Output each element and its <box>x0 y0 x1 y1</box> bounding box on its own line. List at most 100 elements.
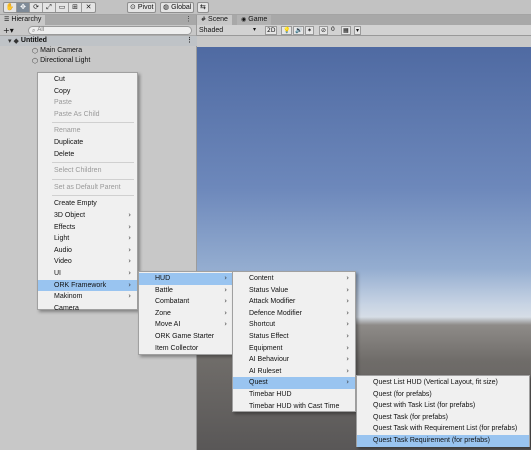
tab-scene[interactable]: # Scene <box>197 15 232 25</box>
menu-item-label: Copy <box>54 87 71 95</box>
quest-item-quest-task-requirement-for-prefabs[interactable]: Quest Task Requirement (for prefabs) <box>357 434 529 447</box>
menu-item-duplicate[interactable]: Duplicate <box>38 137 137 149</box>
quest-item-quest-task-for-prefabs[interactable]: Quest Task (for prefabs) <box>357 412 529 424</box>
global-toggle[interactable]: ◍ Global <box>160 2 195 13</box>
menu-item-label: Quest with Task List (for prefabs) <box>373 402 476 410</box>
hierarchy-search-input[interactable]: ⌕ All <box>28 26 192 35</box>
rect-tool-icon[interactable]: ▭ <box>56 3 69 12</box>
scene-menu-icon[interactable]: ⋮ <box>186 36 193 46</box>
scene-root-row[interactable]: ▾ ◆ Untitled ⋮ <box>0 36 197 46</box>
menu-item-delete[interactable]: Delete <box>38 149 137 161</box>
menu-item-label: Equipment <box>249 344 283 352</box>
hud-item-ai-behaviour[interactable]: AI Behaviour › <box>233 354 355 366</box>
tree-item-directional-light[interactable]: ⬡ Directional Light <box>0 56 197 66</box>
tree-item-label: Main Camera <box>40 47 83 54</box>
pivot-toggle[interactable]: ⊙ Pivot <box>127 2 157 13</box>
hidden-objects-icon[interactable]: ⊘ <box>319 26 329 35</box>
move-tool-icon[interactable]: ✥ <box>17 3 30 12</box>
menu-item-label: Select Children <box>54 167 102 175</box>
ork-item-zone[interactable]: Zone › <box>139 308 233 320</box>
hud-item-shortcut[interactable]: Shortcut › <box>233 319 355 331</box>
menu-item-label: Video <box>54 258 72 266</box>
hud-item-timebar-hud-with-cast-time[interactable]: Timebar HUD with Cast Time <box>233 401 355 413</box>
tab-game[interactable]: ◉ Game <box>237 15 272 25</box>
menu-item-create-empty[interactable]: Create Empty <box>38 198 137 210</box>
menu-item-label: Paste <box>54 99 72 107</box>
hud-item-timebar-hud[interactable]: Timebar HUD <box>233 389 355 401</box>
menu-item-copy[interactable]: Copy <box>38 86 137 98</box>
chevron-down-icon[interactable]: ▾ <box>8 36 12 46</box>
menu-item-ork-framework[interactable]: ORK Framework › <box>38 279 137 292</box>
tab-hierarchy[interactable]: ☰ Hierarchy <box>0 15 46 25</box>
chevron-right-icon: › <box>346 285 349 294</box>
quest-item-quest-with-task-list-for-prefabs[interactable]: Quest with Task List (for prefabs) <box>357 400 529 412</box>
chevron-right-icon: › <box>128 245 131 254</box>
menu-item-effects[interactable]: Effects › <box>38 222 137 234</box>
menu-item-label: Content <box>249 275 274 282</box>
ork-item-ork-game-starter[interactable]: ORK Game Starter <box>139 331 233 343</box>
panel-menu-icon[interactable]: ⋮ <box>185 15 192 25</box>
menu-item-3d-object[interactable]: 3D Object › <box>38 210 137 222</box>
global-icon: ◍ <box>163 3 170 11</box>
rotate-tool-icon[interactable]: ⟳ <box>30 3 43 12</box>
menu-item-label: Cut <box>54 76 65 83</box>
ork-item-hud[interactable]: HUD › <box>139 273 233 285</box>
ork-item-battle[interactable]: Battle › <box>139 285 233 297</box>
menu-item-set-as-default-parent: Set as Default Parent <box>38 182 137 194</box>
effects-icon[interactable]: ✶ <box>305 26 315 35</box>
ork-item-combatant[interactable]: Combatant › <box>139 296 233 308</box>
shading-mode-dropdown[interactable]: Shaded <box>199 26 223 35</box>
scene-tab-label: Scene <box>208 16 228 23</box>
quest-item-quest-for-prefabs[interactable]: Quest (for prefabs) <box>357 389 529 401</box>
collab-button[interactable]: ⇆ <box>197 2 209 13</box>
audio-icon[interactable]: 🔊 <box>293 26 305 35</box>
menu-item-light[interactable]: Light › <box>38 233 137 245</box>
chevron-right-icon: › <box>346 343 349 352</box>
chevron-right-icon: › <box>128 210 131 219</box>
transform-tools: ✋ ✥ ⟳ ⤢ ▭ ⊞ ✕ <box>3 2 96 13</box>
hand-tool-icon[interactable]: ✋ <box>4 3 17 12</box>
chevron-right-icon: › <box>224 320 227 329</box>
hud-submenu: Content › Status Value › Attack Modifier › Def… <box>232 271 356 412</box>
chevron-right-icon: › <box>224 297 227 306</box>
menu-item-label: Move AI <box>155 321 181 329</box>
menu-item-paste: Paste <box>38 97 137 109</box>
menu-item-cut[interactable]: Cut <box>38 74 137 86</box>
custom-tool-icon[interactable]: ✕ <box>82 3 95 12</box>
create-dropdown-button[interactable]: +▾ <box>3 26 14 35</box>
hud-item-equipment[interactable]: Equipment › <box>233 343 355 355</box>
hud-item-quest[interactable]: Quest › <box>233 377 355 389</box>
lighting-icon[interactable]: 💡 <box>281 26 293 35</box>
quest-item-quest-task-with-requirement-list-for-prefabs[interactable]: Quest Task with Requirement List (for pr… <box>357 423 529 435</box>
camera-settings-icon[interactable]: ▦ <box>341 26 351 35</box>
gizmos-dropdown[interactable]: ▾ <box>354 26 362 35</box>
menu-item-label: Zone <box>155 309 171 317</box>
menu-item-label: Duplicate <box>54 138 84 146</box>
hud-item-content[interactable]: Content › <box>233 273 355 285</box>
game-icon: ◉ <box>241 16 247 23</box>
tree-item-main-camera[interactable]: ⬡ Main Camera <box>0 46 197 56</box>
game-tab-label: Game <box>248 16 268 23</box>
menu-item-label: Audio <box>54 246 72 254</box>
menu-item-label: Battle <box>155 286 173 294</box>
hud-item-ai-ruleset[interactable]: AI Ruleset › <box>233 366 355 378</box>
menu-item-audio[interactable]: Audio › <box>38 245 137 257</box>
transform-tool-icon[interactable]: ⊞ <box>69 3 82 12</box>
toggle-2d-button[interactable]: 2D <box>265 26 278 35</box>
hud-item-status-effect[interactable]: Status Effect › <box>233 331 355 343</box>
menu-item-video[interactable]: Video › <box>38 256 137 268</box>
menu-item-camera[interactable]: Camera <box>38 303 137 315</box>
scale-tool-icon[interactable]: ⤢ <box>43 3 56 12</box>
hud-item-defence-modifier[interactable]: Defence Modifier › <box>233 308 355 320</box>
ork-item-item-collector[interactable]: Item Collector <box>139 343 233 355</box>
quest-item-quest-list-hud-vertical-layout-fit-size[interactable]: Quest List HUD (Vertical Layout, fit siz… <box>357 377 529 389</box>
quest-submenu: Quest List HUD (Vertical Layout, fit siz… <box>356 375 530 447</box>
hud-item-status-value[interactable]: Status Value › <box>233 285 355 297</box>
menu-item-label: Paste As Child <box>54 110 100 118</box>
menu-item-label: Attack Modifier <box>249 298 296 306</box>
ork-item-move-ai[interactable]: Move AI › <box>139 319 233 331</box>
menu-item-ui[interactable]: UI › <box>38 268 137 280</box>
main-toolbar: ✋ ✥ ⟳ ⤢ ▭ ⊞ ✕ ⊙ Pivot ◍ Global ⇆ <box>0 0 531 15</box>
hud-item-attack-modifier[interactable]: Attack Modifier › <box>233 296 355 308</box>
menu-item-makinom[interactable]: Makinom › <box>38 291 137 303</box>
